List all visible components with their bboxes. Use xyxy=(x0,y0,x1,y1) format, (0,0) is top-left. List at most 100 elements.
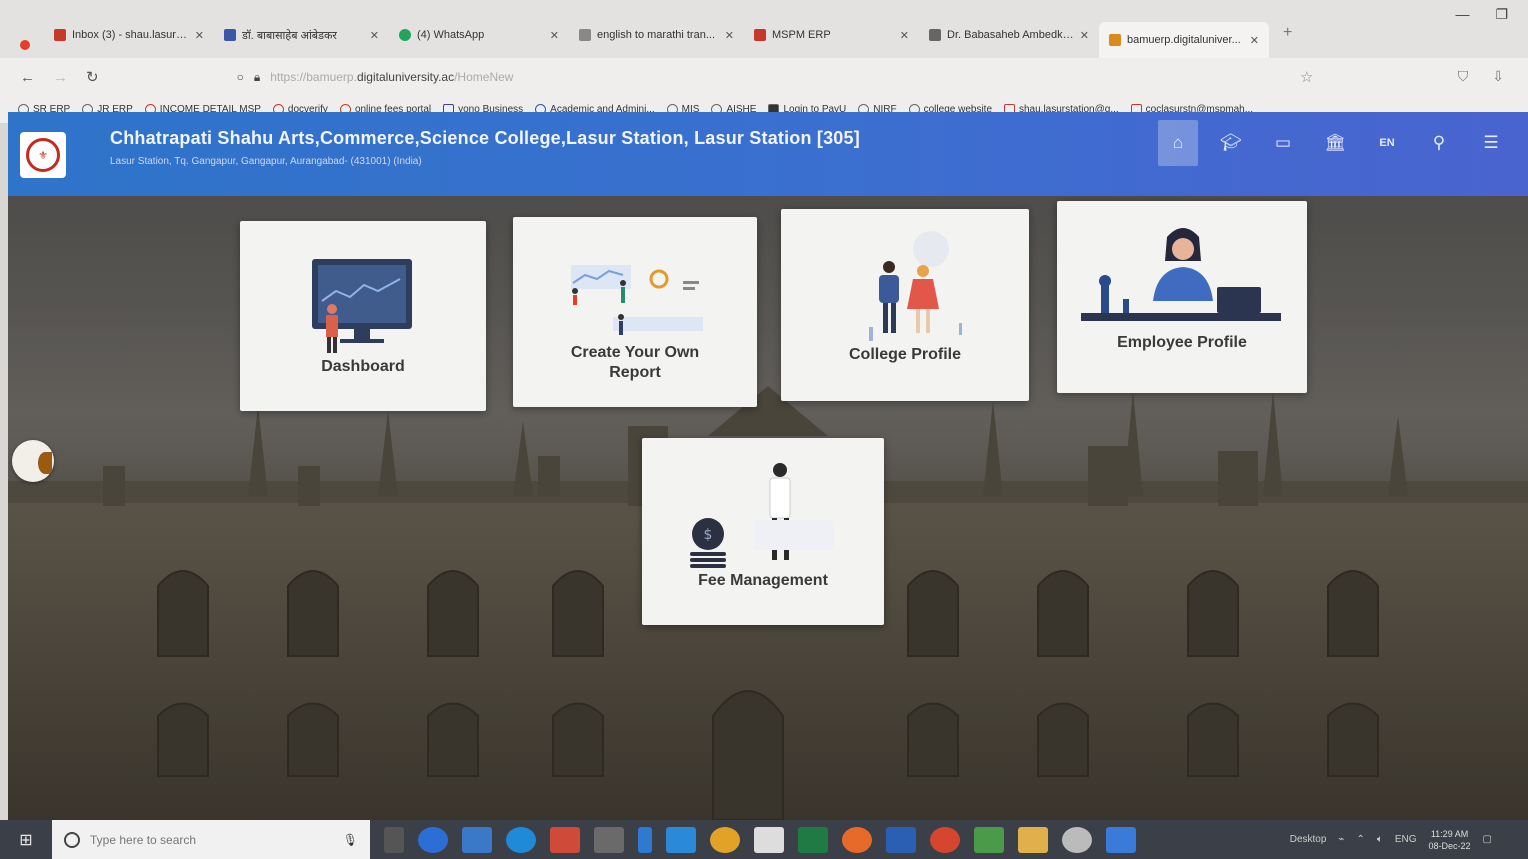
browser-tab-bar: Inbox (3) - shau.lasurst... ✕ डॉ. बाबासा… xyxy=(0,0,1528,58)
address-bar[interactable]: ○ 🔒︎ https://bamuerp.digitaluniversity.a… xyxy=(237,70,514,85)
reload-icon[interactable]: ↻ xyxy=(86,68,99,86)
taskbar-clock[interactable]: 11:29 AM 08-Dec-22 xyxy=(1429,828,1471,852)
header-toolbar: ⌂ 🎓︎ ▭ 🏛︎ EN ⚲ ☰ xyxy=(1158,120,1510,166)
college-profile-card[interactable]: College Profile xyxy=(781,209,1029,401)
google-icon xyxy=(579,29,591,41)
excel-icon[interactable] xyxy=(798,826,828,853)
browser-tab[interactable]: डॉ. बाबासाहेब आंबेडकर ✕ xyxy=(214,20,389,50)
browser-tab[interactable]: (4) WhatsApp ✕ xyxy=(389,20,569,50)
browser-tab[interactable]: MSPM ERP ✕ xyxy=(744,20,919,50)
app-header: ⚜ Chhatrapati Shahu Arts,Commerce,Scienc… xyxy=(8,112,1528,196)
app-icon[interactable] xyxy=(1106,826,1136,853)
system-tray: Desktop ⌁ ⌃ 🔈︎ ENG 11:29 AM 08-Dec-22 ▢ xyxy=(1290,820,1492,859)
dashboard-label: Dashboard xyxy=(321,358,405,375)
chrome-icon[interactable] xyxy=(710,826,740,853)
back-icon[interactable]: ← xyxy=(20,69,35,86)
desktop-toolbar-label[interactable]: Desktop xyxy=(1290,834,1327,845)
close-tab-icon[interactable]: ✕ xyxy=(370,29,379,42)
site-favicon-icon xyxy=(1109,34,1121,46)
app-icon[interactable] xyxy=(638,826,652,853)
taskbar-apps xyxy=(384,826,1136,853)
new-tab-icon[interactable]: + xyxy=(1283,24,1292,42)
app-icon[interactable] xyxy=(550,826,580,853)
file-explorer-icon[interactable] xyxy=(1018,826,1048,853)
college-logo: ⚜ xyxy=(20,132,66,178)
site-favicon-icon xyxy=(754,29,766,41)
close-tab-icon[interactable]: ✕ xyxy=(900,29,909,42)
report-illustration-icon xyxy=(571,265,703,335)
minimize-icon[interactable]: — xyxy=(1455,6,1469,23)
close-tab-icon[interactable]: ✕ xyxy=(195,29,204,42)
browser-menu-icon[interactable] xyxy=(20,40,30,50)
chevron-up-icon[interactable]: ⌃ xyxy=(1356,834,1364,845)
college-address: Lasur Station, Tq. Gangapur, Gangapur, A… xyxy=(110,156,422,167)
edge-icon[interactable] xyxy=(506,826,536,853)
language-selector[interactable]: EN xyxy=(1368,124,1406,162)
app-icon[interactable] xyxy=(930,826,960,853)
forward-icon[interactable]: → xyxy=(53,69,68,86)
site-favicon-icon xyxy=(224,29,236,41)
close-tab-icon[interactable]: ✕ xyxy=(1080,29,1089,42)
report-label-line2: Report xyxy=(609,364,661,381)
language-indicator[interactable]: ENG xyxy=(1395,834,1417,845)
create-report-card[interactable]: Create Your Own Report xyxy=(513,217,757,407)
cortana-icon xyxy=(64,831,80,848)
windows-start-icon[interactable]: ⊞ xyxy=(0,820,52,859)
svg-text:$: $ xyxy=(704,527,713,543)
firefox-icon[interactable] xyxy=(842,826,872,853)
report-label-line1: Create Your Own xyxy=(570,344,700,361)
browser-tab[interactable]: english to marathi tran... ✕ xyxy=(569,20,744,50)
download-icon[interactable]: ⇩ xyxy=(1492,68,1504,85)
browser-tab-active[interactable]: bamuerp.digitaluniver... ✕ xyxy=(1099,22,1269,58)
whatsapp-icon xyxy=(399,29,411,41)
graduation-cap-icon[interactable]: 🎓︎ xyxy=(1212,124,1250,162)
shield-icon: ○ xyxy=(236,70,244,84)
institution-icon[interactable]: 🏛︎ xyxy=(1316,124,1354,162)
close-tab-icon[interactable]: ✕ xyxy=(725,29,734,42)
star-icon[interactable]: ☆ xyxy=(1300,68,1313,86)
close-tab-icon[interactable]: ✕ xyxy=(1250,34,1259,47)
lock-icon: 🔒︎ xyxy=(253,69,261,84)
tablet-icon[interactable]: ▭ xyxy=(1264,124,1302,162)
chat-icon[interactable] xyxy=(418,826,448,853)
fee-management-card[interactable]: $ Fee Management xyxy=(642,438,884,625)
gmail-icon xyxy=(54,29,66,41)
browser-tab[interactable]: Dr. Babasaheb Ambedkar M... ✕ xyxy=(919,20,1099,50)
close-tab-icon[interactable]: ✕ xyxy=(550,29,559,42)
home-icon[interactable]: ⌂ xyxy=(1158,120,1198,166)
menu-icon[interactable]: ☰ xyxy=(1472,124,1510,162)
side-panel-toggle[interactable] xyxy=(12,440,54,482)
fee-management-label: Fee Management xyxy=(698,572,828,589)
app-icon[interactable] xyxy=(974,826,1004,853)
windows-taskbar: ⊞ Type here to search 🎙︎ Desktop ⌁ ⌃ 🔈︎ … xyxy=(0,820,1528,859)
search-icon[interactable]: ⚲ xyxy=(1420,124,1458,162)
college-title: Chhatrapati Shahu Arts,Commerce,Science … xyxy=(110,128,860,148)
restore-icon[interactable]: ❐ xyxy=(1495,6,1508,23)
browser-tab[interactable]: Inbox (3) - shau.lasurst... ✕ xyxy=(44,20,214,50)
mail-icon[interactable] xyxy=(462,826,492,853)
app-icon[interactable] xyxy=(594,826,624,853)
college-profile-illustration-icon xyxy=(869,231,962,341)
volume-icon[interactable]: 🔈︎ xyxy=(1377,834,1383,845)
employee-profile-illustration-icon xyxy=(1081,228,1281,321)
network-icon[interactable]: ⌁ xyxy=(1338,834,1344,845)
word-icon[interactable] xyxy=(886,826,916,853)
app-icon[interactable] xyxy=(1062,826,1092,853)
college-seal-icon: ⚜ xyxy=(26,138,60,172)
college-profile-label: College Profile xyxy=(848,346,962,363)
task-view-icon[interactable] xyxy=(384,826,404,853)
app-icon[interactable] xyxy=(754,826,784,853)
navigation-bar: ← → ↻ ○ 🔒︎ https://bamuerp.digitaluniver… xyxy=(0,58,1528,96)
dashboard-card[interactable]: Dashboard xyxy=(240,221,486,411)
shield-icon[interactable]: ⛉ xyxy=(1458,68,1469,85)
site-favicon-icon xyxy=(929,29,941,41)
dashboard-illustration-icon xyxy=(312,259,412,353)
fee-management-illustration-icon: $ xyxy=(690,463,834,568)
employee-profile-card[interactable]: Employee Profile xyxy=(1057,201,1307,393)
window-controls: — ❐ xyxy=(1455,6,1508,23)
skype-icon[interactable] xyxy=(666,826,696,853)
taskbar-search-input[interactable]: Type here to search 🎙︎ xyxy=(52,820,370,859)
notification-icon[interactable]: ▢ xyxy=(1483,834,1492,845)
microphone-icon[interactable]: 🎙︎ xyxy=(343,833,358,847)
employee-profile-label: Employee Profile xyxy=(1117,334,1247,351)
